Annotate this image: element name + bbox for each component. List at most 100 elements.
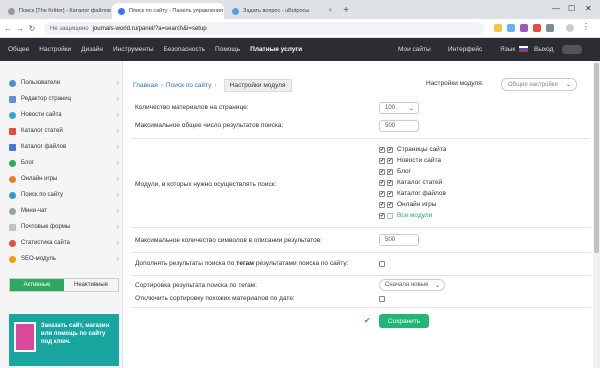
checkbox-icon[interactable]: ✔ [387, 190, 393, 197]
sidebar-item-label: SEO-модуль [21, 256, 56, 262]
module-checkbox-games[interactable]: ✔ ✔ Онлайн игры [379, 200, 436, 209]
interface-link[interactable]: Интерфейс [448, 38, 482, 61]
sidebar-item-page-editor[interactable]: Редактор страниц › [9, 93, 119, 105]
sidebar-item-articles[interactable]: Каталог статей › [9, 125, 119, 137]
sidebar-item-statistics[interactable]: Статистика сайта › [9, 237, 119, 249]
chevron-right-icon: › [116, 175, 119, 183]
checkbox-icon[interactable]: ✔ [379, 157, 385, 164]
inactive-modules-tab[interactable]: Неактивные [64, 279, 118, 291]
nav-item-general[interactable]: Общее [8, 46, 29, 53]
module-settings-label: Настройки модуля: [426, 80, 484, 87]
module-checkbox-blog[interactable]: ✔ ✔ Блог [379, 167, 411, 176]
url-field[interactable]: Не защищено journals-world.ru/panel/?a=s… [44, 22, 484, 35]
extension-icon[interactable] [546, 24, 554, 32]
checkbox-icon[interactable]: ✔ [387, 201, 393, 208]
close-icon[interactable]: × [223, 8, 224, 14]
articles-icon [9, 127, 16, 135]
module-checkbox-all[interactable]: ✔ Все модули [379, 211, 432, 220]
logout-icon[interactable] [562, 45, 582, 54]
extension-icon[interactable] [520, 24, 528, 32]
extension-icon[interactable] [494, 24, 502, 32]
my-sites-link[interactable]: Мои сайты [398, 38, 431, 61]
module-checkbox-files[interactable]: ✔ ✔ Каталог файлов [379, 189, 446, 198]
news-icon [9, 111, 16, 119]
max-chars-input[interactable]: 500 [379, 234, 419, 246]
checkbox-label: Блог [397, 168, 412, 175]
sidebar-item-site-search[interactable]: Поиск по сайту › [9, 189, 119, 201]
max-results-value: 500 [385, 123, 396, 129]
back-icon[interactable]: ← [2, 24, 14, 33]
sidebar-item-users[interactable]: Пользователи › [9, 77, 119, 89]
checkbox-label: Онлайн игры [397, 201, 437, 208]
checkbox-icon[interactable]: ✔ [379, 179, 385, 186]
extension-icon[interactable] [533, 24, 541, 32]
sidebar-item-mail-forms[interactable]: Почтовые формы › [9, 221, 119, 233]
logout-link[interactable]: Выход [534, 38, 553, 61]
address-bar: ← → ↻ Не защищено journals-world.ru/pane… [0, 19, 600, 38]
browser-tab[interactable]: Задать вопрос - uBotpocы × [226, 3, 338, 19]
chevron-right-icon: › [116, 111, 119, 119]
supplement-checkbox[interactable] [379, 261, 385, 267]
module-settings-select[interactable]: Общие настройки ⌄ [501, 78, 577, 91]
chevron-down-icon: ⌄ [408, 106, 414, 112]
per-page-value: 100 [385, 105, 396, 111]
supplement-label-text: результатами поиска по сайту: [255, 260, 349, 267]
extension-icon[interactable] [507, 24, 515, 32]
per-page-select[interactable]: 100 ⌄ [379, 102, 419, 114]
close-icon[interactable]: × [325, 8, 332, 14]
checkbox-icon[interactable] [387, 212, 393, 219]
nav-item-security[interactable]: Безопасность [164, 46, 205, 53]
sort-select[interactable]: Сначала новые ⌄ [379, 279, 445, 291]
minimize-icon[interactable]: — [552, 4, 560, 13]
scrollbar-thumb[interactable] [594, 63, 599, 253]
language-link[interactable]: Язык [500, 38, 515, 61]
breadcrumb-home[interactable]: Главная [133, 82, 158, 89]
tab-favicon-icon [232, 7, 239, 15]
breadcrumb-section[interactable]: Поиск по сайту [166, 82, 212, 89]
nav-item-paid-services[interactable]: Платные услуги [250, 46, 302, 53]
module-checkbox-pages[interactable]: ✔ ✔ Страницы сайта [379, 145, 446, 154]
browser-tab-active[interactable]: Поиск по сайту - Панель управления × [112, 3, 224, 19]
profile-avatar[interactable] [566, 24, 574, 32]
sidebar-item-news[interactable]: Новости сайта › [9, 109, 119, 121]
nav-item-design[interactable]: Дизайн [81, 46, 103, 53]
divider [132, 138, 590, 139]
sidebar-item-seo[interactable]: SEO-модуль › [9, 253, 119, 265]
sidebar-item-label: Пользователи [21, 80, 61, 86]
tab-title: Задать вопрос - uBotpocы [243, 8, 310, 14]
browser-tab[interactable]: Поиск [The Kritter] - Каталог файлов × [2, 3, 112, 19]
checkbox-icon[interactable]: ✔ [387, 168, 393, 175]
maximize-icon[interactable]: ☐ [568, 4, 575, 13]
checkbox-icon[interactable]: ✔ [387, 157, 393, 164]
checkbox-icon[interactable]: ✔ [379, 212, 385, 219]
nav-item-help[interactable]: Помощь [215, 46, 240, 53]
checkbox-icon[interactable]: ✔ [379, 190, 385, 197]
active-modules-tab[interactable]: Активные [10, 279, 64, 291]
sidebar-item-files[interactable]: Каталог файлов › [9, 141, 119, 153]
nav-item-tools[interactable]: Инструменты [113, 46, 154, 53]
checkbox-icon[interactable]: ✔ [379, 201, 385, 208]
checkbox-icon[interactable]: ✔ [379, 146, 385, 153]
checkbox-label: Страницы сайта [397, 146, 447, 153]
sidebar-item-mini-chat[interactable]: Мини-чат › [9, 205, 119, 217]
disable-sort-checkbox[interactable] [379, 296, 385, 302]
checkbox-icon[interactable]: ✔ [387, 179, 393, 186]
close-window-icon[interactable]: ✕ [585, 4, 592, 13]
chevron-right-icon: › [116, 239, 119, 247]
forward-icon[interactable]: → [14, 24, 26, 33]
scrollbar[interactable] [593, 61, 600, 368]
reload-icon[interactable]: ↻ [26, 24, 38, 33]
max-results-input[interactable]: 500 [379, 120, 419, 132]
save-button[interactable]: Сохранить [379, 314, 429, 328]
nav-item-settings[interactable]: Настройки [39, 46, 71, 53]
sidebar-item-label: Мини-чат [21, 208, 48, 214]
new-tab-button[interactable]: + [340, 5, 352, 17]
menu-icon[interactable]: ⋮ [582, 23, 590, 31]
module-checkbox-news[interactable]: ✔ ✔ Новости сайта [379, 156, 441, 165]
sidebar-item-blog[interactable]: Блог › [9, 157, 119, 169]
checkbox-icon[interactable]: ✔ [387, 146, 393, 153]
promo-banner[interactable]: Заказать сайт, магазин или помощь по сай… [9, 314, 119, 366]
checkbox-icon[interactable]: ✔ [379, 168, 385, 175]
sidebar-item-games[interactable]: Онлайн игры › [9, 173, 119, 185]
module-checkbox-articles[interactable]: ✔ ✔ Каталог статей [379, 178, 442, 187]
